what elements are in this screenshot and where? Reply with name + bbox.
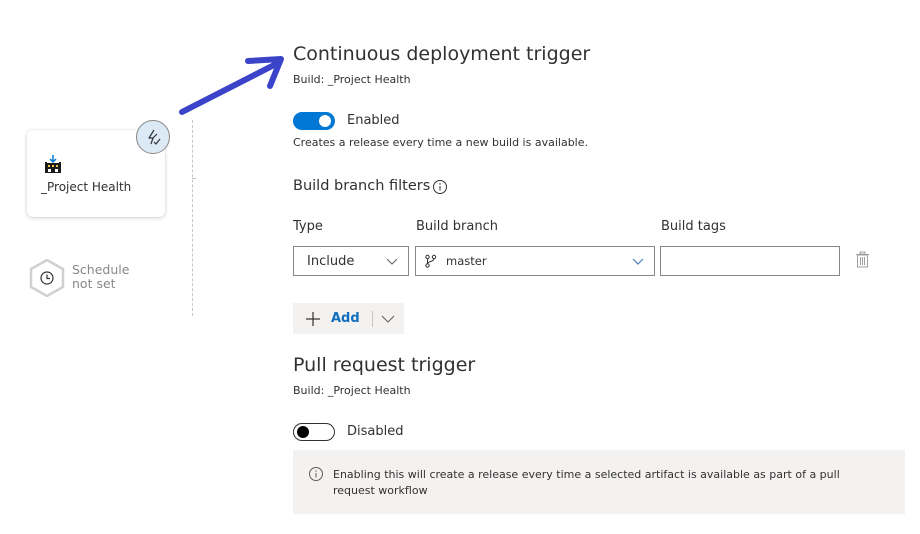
plus-icon xyxy=(306,312,320,326)
type-value: Include xyxy=(307,253,355,269)
type-column-label: Type xyxy=(293,219,323,234)
branch-value: master xyxy=(446,254,487,268)
delete-filter-icon[interactable] xyxy=(855,251,870,268)
branch-filters-title: Build branch filters xyxy=(293,178,430,194)
branch-icon xyxy=(425,254,437,268)
schedule-line-2: not set xyxy=(72,276,116,291)
add-filter-button[interactable]: Add xyxy=(293,303,404,334)
split-divider xyxy=(372,311,373,327)
trigger-button[interactable] xyxy=(136,120,170,154)
pr-info-message: Enabling this will create a release ever… xyxy=(293,450,905,514)
schedule-status[interactable]: Schedule not set xyxy=(72,263,129,291)
pipeline-connector-tick xyxy=(192,178,196,179)
pr-trigger-title: Pull request trigger xyxy=(293,354,476,376)
branch-dropdown[interactable]: master xyxy=(415,246,655,276)
artifact-name: _Project Health xyxy=(41,180,132,194)
build-artifact-icon xyxy=(45,155,61,173)
toggle-knob xyxy=(319,115,331,127)
cd-description: Creates a release every time a new build… xyxy=(293,136,588,149)
add-options-chevron-icon[interactable] xyxy=(381,313,395,325)
cd-enabled-toggle[interactable] xyxy=(293,112,335,130)
branch-column-label: Build branch xyxy=(416,219,498,234)
cd-trigger-title: Continuous deployment trigger xyxy=(293,43,591,65)
cd-toggle-label: Enabled xyxy=(347,113,400,128)
info-icon xyxy=(309,467,323,481)
toggle-knob xyxy=(297,426,309,438)
tags-column-label: Build tags xyxy=(661,219,726,234)
branch-filters-label: Build branch filters xyxy=(293,178,431,194)
pr-enabled-toggle[interactable] xyxy=(293,423,335,441)
type-dropdown[interactable]: Include xyxy=(293,246,409,276)
pr-build-label: Build: _Project Health xyxy=(293,384,411,397)
add-label: Add xyxy=(331,311,360,326)
chevron-down-icon xyxy=(386,258,398,265)
lightning-trigger-icon xyxy=(148,129,161,145)
build-tags-input[interactable] xyxy=(660,246,840,276)
chevron-down-icon xyxy=(632,258,644,265)
schedule-line-1: Schedule xyxy=(72,262,130,277)
cd-build-label: Build: _Project Health xyxy=(293,73,411,86)
pr-info-text: Enabling this will create a release ever… xyxy=(333,468,840,497)
info-icon[interactable] xyxy=(432,179,448,195)
pipeline-connector xyxy=(192,120,193,316)
pr-toggle-label: Disabled xyxy=(347,424,404,439)
schedule-button[interactable] xyxy=(29,259,65,297)
